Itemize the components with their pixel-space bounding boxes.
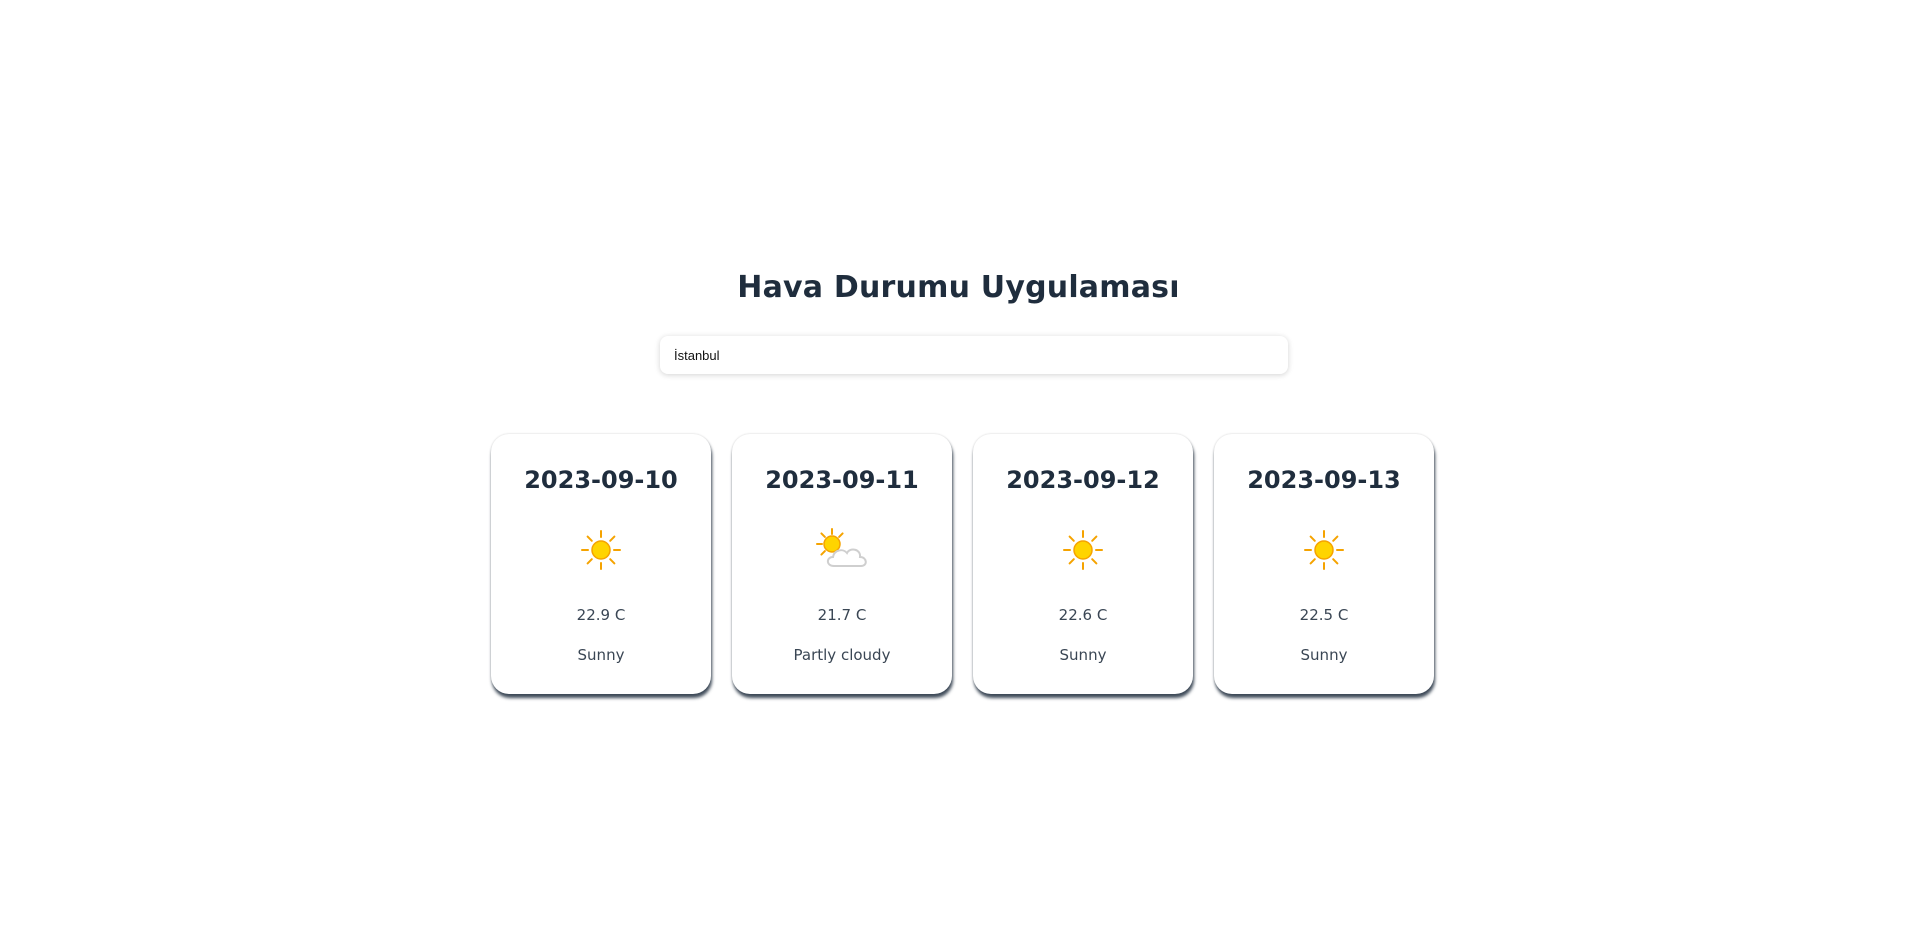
forecast-condition: Partly cloudy	[793, 646, 891, 664]
forecast-condition: Sunny	[1300, 646, 1348, 664]
weather-app: Hava Durumu Uygulaması 2023-09-10	[0, 0, 1917, 928]
forecast-temperature: 22.9 C	[576, 606, 626, 624]
sun-icon	[1053, 526, 1113, 574]
page-title: Hava Durumu Uygulaması	[737, 270, 1180, 305]
forecast-temperature: 22.5 C	[1299, 606, 1349, 624]
sun-icon	[1294, 526, 1354, 574]
forecast-date: 2023-09-13	[1247, 466, 1401, 494]
forecast-date: 2023-09-11	[765, 466, 919, 494]
city-search-input[interactable]	[660, 336, 1288, 374]
partly-cloudy-icon	[812, 526, 872, 574]
forecast-date: 2023-09-10	[524, 466, 678, 494]
forecast-date: 2023-09-12	[1006, 466, 1160, 494]
forecast-temperature: 22.6 C	[1058, 606, 1108, 624]
forecast-condition: Sunny	[1059, 646, 1107, 664]
forecast-condition: Sunny	[577, 646, 625, 664]
forecast-card: 2023-09-11 21.7 C Partly cloudy	[732, 434, 952, 694]
forecast-card: 2023-09-12 22.6 C Sunny	[973, 434, 1193, 694]
forecast-card: 2023-09-10 22.9 C Sunny	[491, 434, 711, 694]
forecast-temperature: 21.7 C	[817, 606, 867, 624]
sun-icon	[571, 526, 631, 574]
forecast-card: 2023-09-13 22.5 C Sunny	[1214, 434, 1434, 694]
